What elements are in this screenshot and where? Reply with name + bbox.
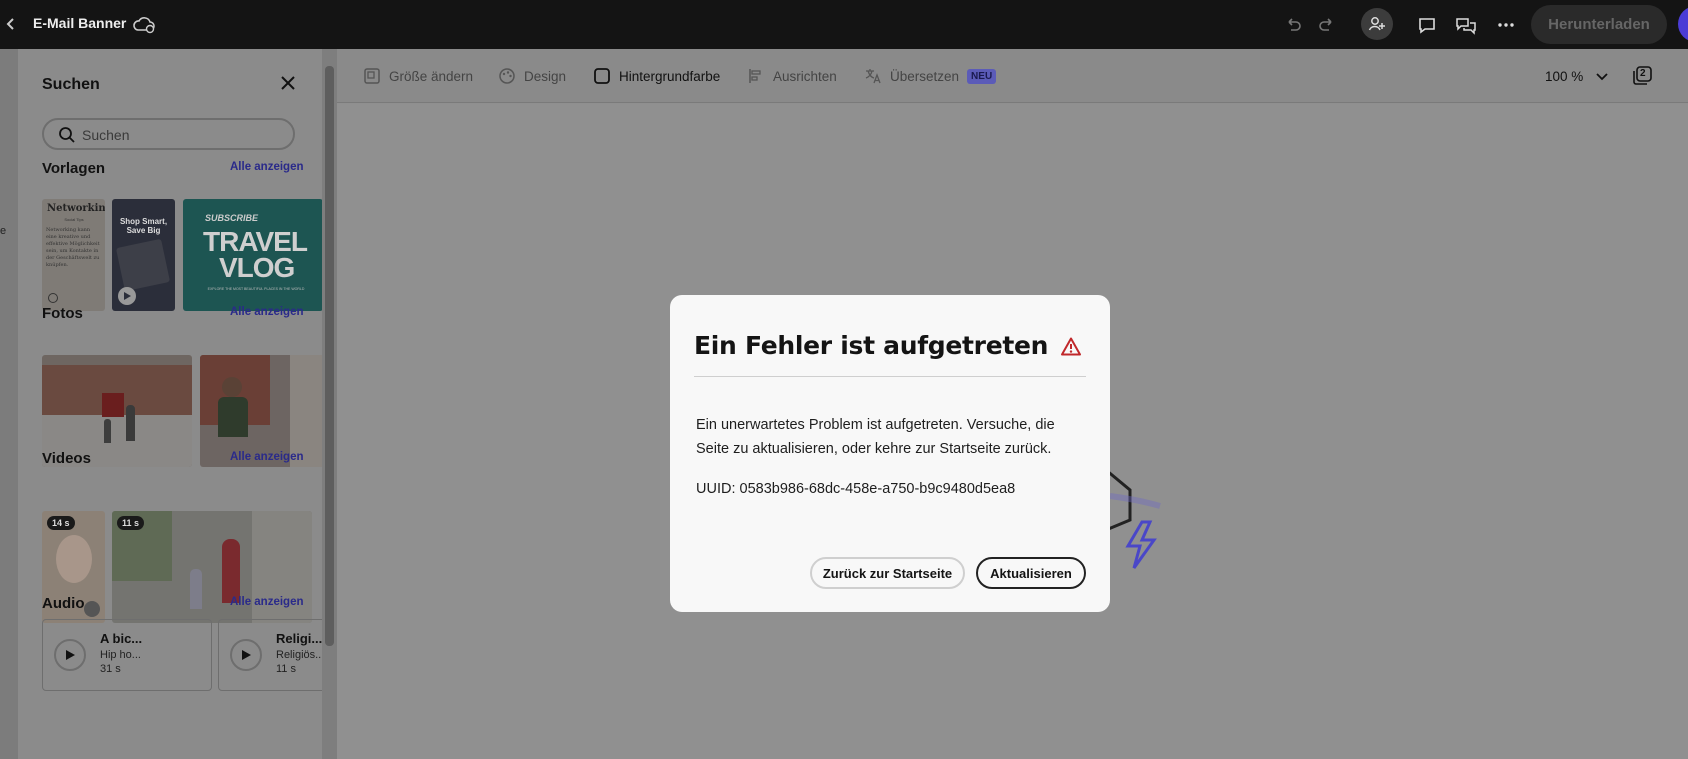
scrollbar-thumb[interactable] bbox=[325, 66, 334, 646]
search-box[interactable] bbox=[42, 118, 295, 150]
align-button[interactable]: Ausrichten bbox=[747, 67, 837, 85]
color-swatch-icon bbox=[594, 68, 610, 84]
decoration-circle bbox=[48, 293, 58, 303]
warning-icon bbox=[1061, 337, 1081, 356]
left-rail: e bbox=[0, 49, 18, 759]
pages-button[interactable]: 2 bbox=[1631, 65, 1653, 87]
chevron-down-icon[interactable] bbox=[1593, 67, 1611, 85]
audio-genre: Hip ho... bbox=[100, 649, 141, 661]
rail-label-fragment: e bbox=[0, 225, 7, 237]
audio-card[interactable]: Religi... Religiös... 11 s bbox=[218, 619, 322, 691]
translate-button[interactable]: Übersetzen NEU bbox=[864, 67, 997, 85]
invite-user-icon bbox=[1368, 17, 1385, 31]
child bbox=[104, 419, 111, 443]
error-dialog: Ein Fehler ist aufgetreten Ein unerwarte… bbox=[670, 295, 1110, 612]
download-button[interactable]: Herunterladen bbox=[1531, 5, 1667, 44]
templates-see-all-link[interactable]: Alle anzeigen bbox=[230, 161, 304, 173]
premium-icon bbox=[84, 601, 100, 617]
resize-button[interactable]: Größe ändern bbox=[363, 67, 473, 85]
audio-card[interactable]: A bic... Hip ho... 31 s bbox=[42, 619, 212, 691]
document-title[interactable]: E-Mail Banner bbox=[33, 15, 126, 31]
align-left-icon bbox=[749, 69, 761, 83]
new-badge: NEU bbox=[967, 68, 997, 84]
background-color-button[interactable]: Hintergrundfarbe bbox=[593, 67, 720, 85]
close-icon[interactable] bbox=[278, 73, 298, 93]
templates-section-title: Vorlagen bbox=[42, 160, 106, 177]
audio-duration: 31 s bbox=[100, 663, 121, 675]
audio-title: Religi... bbox=[276, 631, 322, 646]
duration-badge: 14 s bbox=[47, 516, 75, 530]
zoom-level[interactable]: 100 % bbox=[1545, 69, 1583, 84]
avatar[interactable] bbox=[1678, 6, 1688, 42]
pages-count: 2 bbox=[1640, 68, 1646, 79]
template-thumb-travel-vlog[interactable]: SUBSCRIBE TRAVEL VLOG EXPLORE THE MOST B… bbox=[183, 199, 322, 311]
woman bbox=[222, 539, 240, 603]
error-illustration bbox=[1105, 468, 1161, 569]
palette-icon bbox=[499, 68, 515, 84]
play-icon bbox=[118, 287, 136, 305]
more-icon[interactable] bbox=[1492, 11, 1520, 39]
back-to-home-button[interactable]: Zurück zur Startseite bbox=[810, 557, 965, 589]
photos-section-title: Fotos bbox=[42, 305, 83, 322]
child-head bbox=[222, 377, 242, 397]
template-thumb-networking[interactable]: Networking Social Tips Networking kann e… bbox=[42, 199, 105, 311]
child-body bbox=[218, 397, 248, 437]
photos-see-all-link[interactable]: Alle anzeigen bbox=[230, 306, 304, 318]
dialog-divider bbox=[694, 376, 1086, 377]
audio-see-all-link[interactable]: Alle anzeigen bbox=[230, 596, 304, 608]
audio-genre: Religiös... bbox=[276, 649, 322, 661]
comment-icon[interactable] bbox=[1413, 11, 1441, 39]
top-bar: E-Mail Banner Herunterladen bbox=[0, 0, 1688, 49]
undo-icon[interactable] bbox=[1279, 11, 1307, 39]
audio-section-title: Audio bbox=[42, 595, 85, 612]
resize-icon bbox=[364, 68, 380, 84]
play-icon[interactable] bbox=[54, 639, 86, 671]
panel-title: Suchen bbox=[42, 76, 100, 93]
door bbox=[102, 393, 124, 417]
person bbox=[126, 405, 135, 441]
translate-icon bbox=[865, 69, 881, 84]
dialog-message: Ein unerwartetes Problem ist aufgetreten… bbox=[696, 417, 1055, 457]
face bbox=[56, 535, 92, 583]
audio-duration: 11 s bbox=[276, 663, 296, 675]
share-review-icon[interactable] bbox=[1452, 11, 1480, 39]
product-image bbox=[115, 238, 171, 292]
duration-badge: 11 s bbox=[117, 516, 145, 530]
cloud-sync-icon[interactable] bbox=[131, 12, 157, 36]
child bbox=[190, 569, 202, 609]
search-input[interactable] bbox=[82, 125, 282, 145]
audio-title: A bic... bbox=[100, 631, 143, 646]
error-uuid: UUID: 0583b986-68dc-458e-a750-b9c9480d5e… bbox=[696, 481, 1016, 497]
back-chevron-icon[interactable] bbox=[4, 14, 18, 34]
dialog-title: Ein Fehler ist aufgetreten bbox=[694, 331, 1049, 360]
search-icon bbox=[59, 127, 75, 143]
redo-icon[interactable] bbox=[1313, 11, 1341, 39]
design-button[interactable]: Design bbox=[498, 67, 566, 85]
invite-user-button[interactable] bbox=[1361, 8, 1393, 40]
videos-see-all-link[interactable]: Alle anzeigen bbox=[230, 451, 304, 463]
panel-scrollbar[interactable] bbox=[322, 49, 337, 759]
template-thumb-shop-smart[interactable]: Shop Smart, Save Big bbox=[112, 199, 175, 311]
refresh-button[interactable]: Aktualisieren bbox=[976, 557, 1086, 589]
search-panel: Suchen Vorlagen Alle anzeigen Networking… bbox=[18, 49, 322, 759]
editor-toolbar: Größe ändern Design Hintergrundfarbe Aus… bbox=[337, 49, 1688, 103]
videos-section-title: Videos bbox=[42, 450, 91, 467]
play-icon[interactable] bbox=[230, 639, 262, 671]
